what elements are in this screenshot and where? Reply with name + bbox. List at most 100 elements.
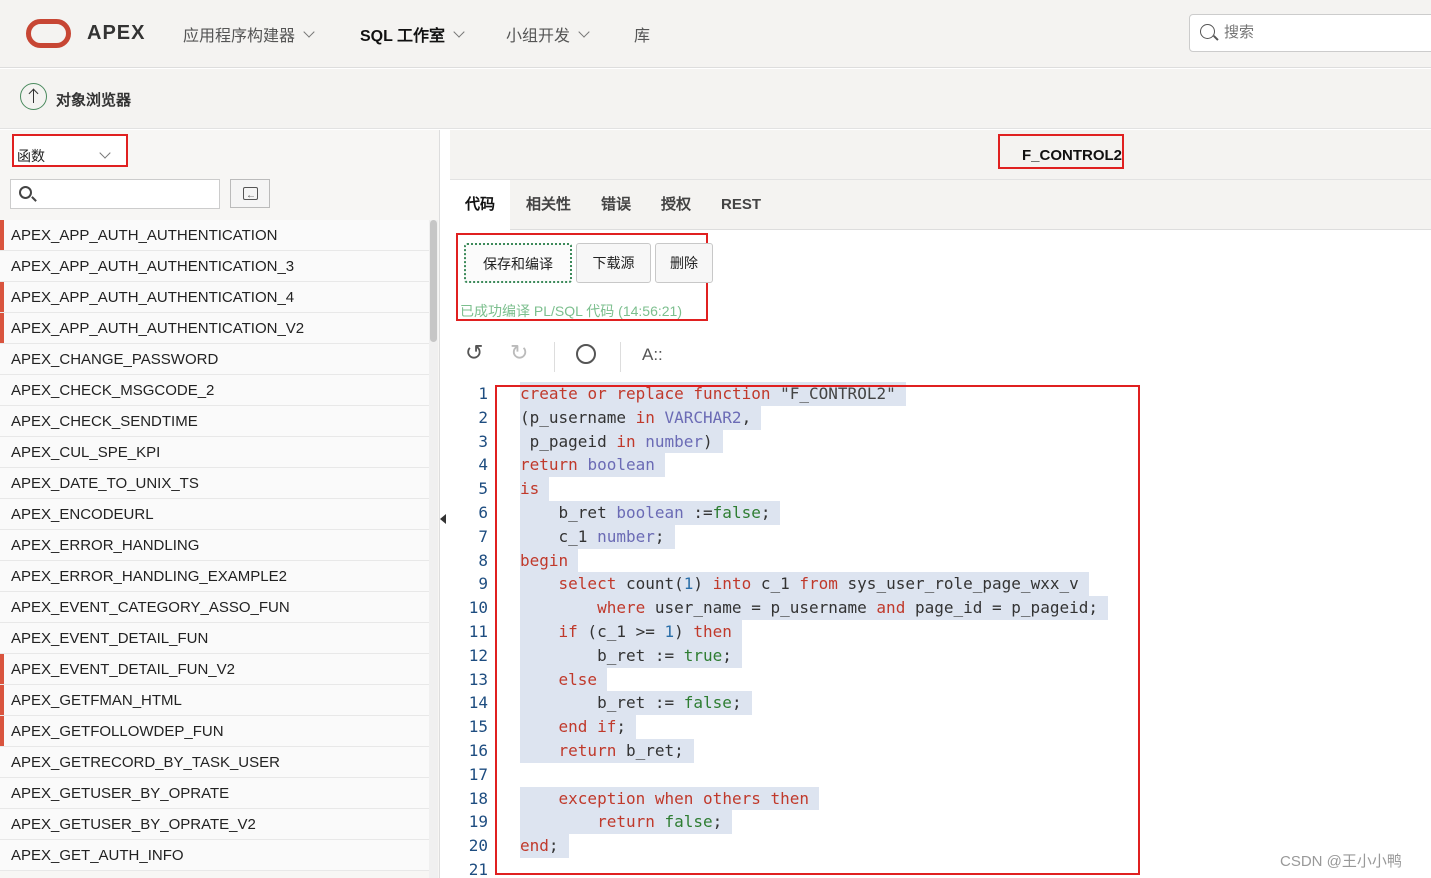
code-text[interactable]: if (c_1 >= 1) then [520, 619, 742, 644]
up-arrow-icon[interactable] [20, 83, 47, 110]
list-item[interactable]: APEX_GET_AUTH_INFO [0, 840, 430, 871]
line-number: 5 [478, 479, 488, 499]
object-tabs: 代码 相关性 错误 授权 REST [450, 180, 1431, 230]
list-item[interactable]: APEX_APP_AUTH_AUTHENTICATION_4 [0, 282, 430, 313]
list-item[interactable]: APEX_GETFOLLOWDEP_FUN [0, 716, 430, 747]
download-source-button[interactable]: 下载源 [576, 243, 651, 283]
line-number: 13 [468, 669, 488, 689]
code-text[interactable]: return b_ret; [520, 738, 694, 763]
tab-errors[interactable]: 错误 [586, 180, 646, 230]
code-line[interactable]: 4 return boolean [450, 453, 1431, 478]
code-line[interactable]: 15 end if; [450, 715, 1431, 739]
code-text[interactable]: is [520, 477, 550, 501]
list-item[interactable]: APEX_GETUSER_BY_OPRATE [0, 778, 430, 809]
reset-filter-button[interactable]: ← [230, 179, 270, 208]
code-line[interactable]: 1 create or replace function "F_CONTROL2" [450, 382, 1431, 406]
list-item[interactable]: APEX_CHECK_SENDTIME [0, 406, 430, 437]
tab-rest[interactable]: REST [706, 180, 776, 230]
code-line[interactable]: 14 b_ret := false; [450, 691, 1431, 716]
text-case-icon[interactable]: A:: [642, 346, 663, 363]
code-text[interactable]: b_ret := true; [520, 643, 742, 668]
code-line[interactable]: 12 b_ret := true; [450, 643, 1431, 668]
code-text[interactable]: c_1 number; [520, 524, 675, 549]
collapse-panel-icon[interactable] [440, 514, 446, 524]
code-editor[interactable]: 1 create or replace function "F_CONTROL2"… [450, 382, 1431, 878]
list-item[interactable]: APEX_GETFMAN_HTML [0, 685, 430, 716]
list-item[interactable]: APEX_APP_AUTH_AUTHENTICATION_3 [0, 251, 430, 282]
tab-dependencies[interactable]: 相关性 [511, 180, 586, 230]
list-item[interactable]: APEX_APP_AUTH_AUTHENTICATION [0, 220, 430, 251]
list-item[interactable]: APEX_ERROR_HANDLING [0, 530, 430, 561]
nav-team-development[interactable]: 小组开发 [506, 22, 590, 46]
global-search-input[interactable] [1224, 24, 1424, 41]
tab-grants[interactable]: 授权 [646, 180, 706, 230]
nav-app-builder[interactable]: 应用程序构建器 [183, 22, 315, 46]
global-search[interactable] [1189, 14, 1431, 52]
code-text[interactable]: p_pageid in number) [520, 429, 723, 454]
code-line[interactable]: 11 if (c_1 >= 1) then [450, 619, 1431, 644]
object-type-select[interactable]: 函数 [12, 134, 128, 167]
toolbar-divider [620, 342, 621, 372]
scrollbar-thumb[interactable] [430, 220, 437, 342]
list-item[interactable]: APEX_GETRECORD_BY_TASK_USER [0, 747, 430, 778]
code-text[interactable]: return boolean [520, 453, 665, 478]
code-text[interactable]: end if; [520, 715, 636, 739]
nav-gallery[interactable]: 库 [634, 22, 650, 46]
code-text[interactable]: create or replace function "F_CONTROL2" [520, 382, 906, 406]
code-line[interactable]: 16 return b_ret; [450, 738, 1431, 763]
save-compile-button[interactable]: 保存和编译 [464, 243, 572, 283]
code-text[interactable]: begin [520, 548, 579, 573]
oracle-logo-icon[interactable] [26, 19, 71, 48]
find-icon[interactable] [576, 344, 596, 364]
code-line[interactable]: 17 [450, 763, 1431, 787]
code-line[interactable]: 7 c_1 number; [450, 524, 1431, 549]
code-line[interactable]: 2 (p_username in VARCHAR2, [450, 405, 1431, 430]
list-item[interactable]: APEX_GETUSER_BY_OPRATE_V2 [0, 809, 430, 840]
code-line[interactable]: 13 else [450, 667, 1431, 692]
object-filter-input[interactable] [10, 179, 220, 209]
code-text[interactable]: (p_username in VARCHAR2, [520, 405, 762, 430]
list-item[interactable]: APEX_CHANGE_PASSWORD [0, 344, 430, 375]
app-brand[interactable]: APEX [87, 22, 145, 45]
list-item[interactable]: APEX_CUL_SPE_KPI [0, 437, 430, 468]
nav-sql-workshop[interactable]: SQL 工作室 [360, 22, 465, 46]
nav-app-builder-label: 应用程序构建器 [183, 28, 296, 45]
code-text[interactable]: b_ret := false; [520, 691, 752, 716]
tab-code[interactable]: 代码 [450, 180, 511, 230]
code-text[interactable]: end; [520, 834, 569, 858]
code-text[interactable]: select count(1) into c_1 from sys_user_r… [520, 572, 1089, 597]
list-item[interactable]: APEX_CHECK_MSGCODE_2 [0, 375, 430, 406]
list-item[interactable]: APEX_EVENT_DETAIL_FUN [0, 623, 430, 654]
list-item[interactable]: APEX_EVENT_DETAIL_FUN_V2 [0, 654, 430, 685]
code-line[interactable]: 5 is [450, 477, 1431, 501]
list-item[interactable]: APEX_APP_AUTH_AUTHENTICATION_V2 [0, 313, 430, 344]
action-button-group: 保存和编译 下载源 删除 已成功编译 PL/SQL 代码 (14:56:21) [456, 233, 713, 321]
list-item[interactable]: APEX_ENCODEURL [0, 499, 430, 530]
code-line[interactable]: 9 select count(1) into c_1 from sys_user… [450, 572, 1431, 597]
code-text[interactable]: else [520, 667, 608, 692]
line-number: 11 [468, 621, 488, 641]
undo-icon[interactable]: ↺ [465, 342, 483, 364]
top-navigation-bar: APEX 应用程序构建器 SQL 工作室 小组开发 库 [0, 0, 1431, 68]
code-line[interactable]: 3 p_pageid in number) [450, 429, 1431, 454]
line-number: 10 [468, 598, 488, 618]
list-item[interactable]: APEX_EVENT_CATEGORY_ASSO_FUN [0, 592, 430, 623]
object-list-scrollbar[interactable] [429, 220, 438, 878]
chevron-down-icon [453, 25, 465, 38]
code-line[interactable]: 18 exception when others then [450, 786, 1431, 811]
code-text[interactable]: where user_name = p_username and page_id… [520, 596, 1108, 620]
page-title: 对象浏览器 [56, 92, 132, 109]
object-list: APEX_APP_AUTH_AUTHENTICATION APEX_APP_AUT… [0, 220, 430, 878]
code-line[interactable]: 6 b_ret boolean :=false; [450, 500, 1431, 525]
code-text[interactable]: exception when others then [520, 786, 820, 811]
list-item[interactable]: APEX_ERROR_HANDLING_EXAMPLE2 [0, 561, 430, 592]
list-item[interactable]: APEX_DATE_TO_UNIX_TS [0, 468, 430, 499]
chevron-down-icon [303, 25, 315, 38]
code-line[interactable]: 10 where user_name = p_username and page… [450, 596, 1431, 620]
delete-button[interactable]: 删除 [655, 243, 713, 283]
redo-icon[interactable]: ↻ [510, 342, 528, 364]
code-text[interactable]: b_ret boolean :=false; [520, 500, 781, 525]
code-text[interactable]: return false; [520, 810, 733, 835]
code-line[interactable]: 19 return false; [450, 810, 1431, 835]
code-line[interactable]: 8 begin [450, 548, 1431, 573]
